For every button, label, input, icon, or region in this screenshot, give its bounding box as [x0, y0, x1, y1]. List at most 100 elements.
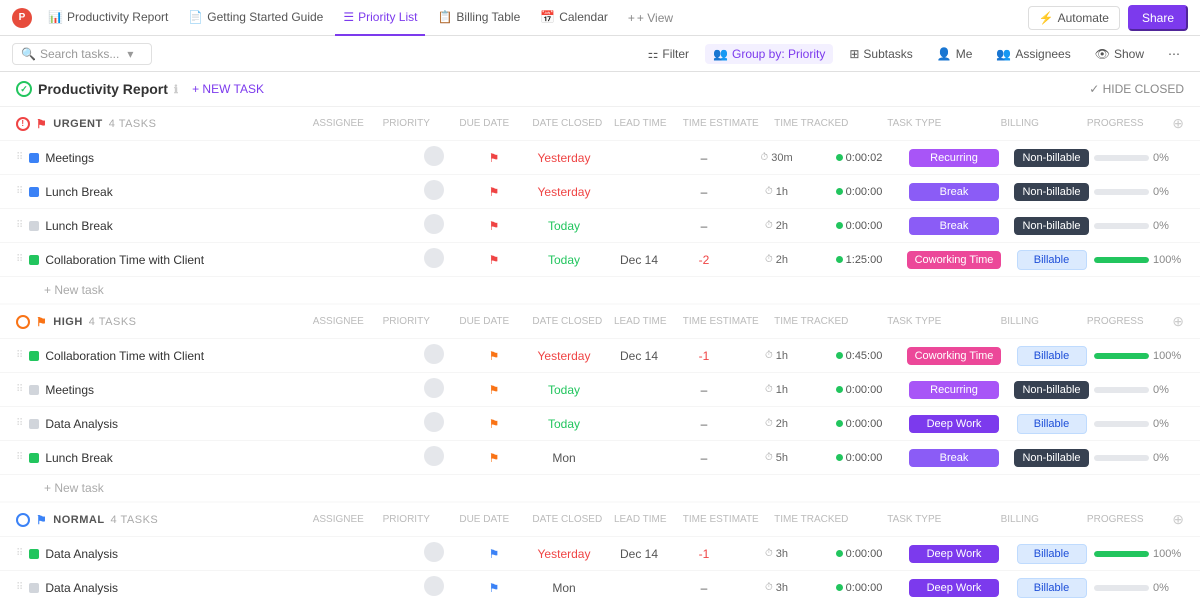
table-row[interactable]: ⠿ Data Analysis ⚑ Mon – ⏱3h [0, 571, 1200, 601]
hide-closed-button[interactable]: ✓ HIDE CLOSED [1089, 82, 1184, 96]
priority-cell: ⚑ [464, 581, 524, 595]
clock-icon: ⏱ [765, 548, 773, 559]
section-add-icon[interactable]: ⊕ [1172, 313, 1184, 330]
info-icon[interactable]: ℹ [174, 83, 178, 96]
task-name-text[interactable]: Lunch Break [45, 185, 112, 199]
priority-flag-icon: ⚑ [489, 451, 500, 465]
task-name-text[interactable]: Collaboration Time with Client [45, 349, 204, 363]
more-options-button[interactable]: ⋯ [1160, 44, 1188, 64]
top-navigation: P 📊 Productivity Report 📄 Getting Starte… [0, 0, 1200, 36]
tab-label: Priority List [358, 10, 417, 24]
billing-badge: Non-billable [1014, 449, 1088, 467]
section-name: NORMAL [53, 514, 104, 526]
table-row[interactable]: ⠿ Collaboration Time with Client ⚑ Yeste… [0, 339, 1200, 373]
task-name-text[interactable]: Collaboration Time with Client [45, 253, 204, 267]
lead-time-text: – [701, 581, 708, 595]
assignee-cell [404, 576, 464, 599]
clock-icon: ⏱ [765, 418, 773, 429]
new-task-row[interactable]: + New task [0, 475, 1200, 501]
section-columns-due: DUE DATE [444, 118, 524, 129]
time-tracked-text: 0:00:00 [819, 548, 899, 560]
progress-cell: 0% [1094, 418, 1184, 430]
tab-label: Billing Table [456, 10, 520, 24]
task-name-text[interactable]: Meetings [45, 151, 94, 165]
me-button[interactable]: 👤 Me [929, 44, 981, 64]
billing-badge: Non-billable [1014, 381, 1088, 399]
due-date-cell: Yesterday [524, 185, 604, 199]
tab-getting-started[interactable]: 📄 Getting Started Guide [180, 0, 331, 36]
section-columns-progress: PROGRESS [1070, 316, 1160, 327]
section-columns-billing: BILLING [977, 514, 1062, 525]
assignees-button[interactable]: 👥 Assignees [988, 44, 1078, 64]
section-header-urgent: ! ⚑ URGENT 4 TASKS ASSIGNEE PRIORITY DUE… [0, 107, 1200, 141]
table-row[interactable]: ⠿ Meetings ⚑ Yesterday – ⏱30m [0, 141, 1200, 175]
task-type-cell: Coworking Time [899, 347, 1009, 365]
priority-flag-icon: ⚑ [489, 219, 500, 233]
billing-cell: Billable [1009, 544, 1094, 564]
section-add-icon[interactable]: ⊕ [1172, 115, 1184, 132]
drag-handle-icon: ⠿ [16, 548, 23, 559]
task-name-text[interactable]: Data Analysis [45, 581, 118, 595]
table-row[interactable]: ⠿ Lunch Break ⚑ Today – ⏱2h [0, 209, 1200, 243]
time-estimate-cell: ⏱5h [734, 452, 819, 464]
task-name-cell: ⠿ Meetings [16, 151, 404, 165]
tab-priority-list[interactable]: ☰ Priority List [335, 0, 425, 36]
section-columns-billing: BILLING [977, 118, 1062, 129]
timer-dot [836, 386, 843, 393]
group-by-button[interactable]: 👥 Group by: Priority [705, 44, 833, 64]
tab-productivity-report[interactable]: 📊 Productivity Report [40, 0, 176, 36]
time-estimate-cell: ⏱2h [734, 220, 819, 232]
table-row[interactable]: ⠿ Data Analysis ⚑ Yesterday Dec 14 -1 ⏱ [0, 537, 1200, 571]
lead-time-text: -2 [699, 253, 710, 267]
date-closed-text: Dec 14 [620, 253, 658, 267]
task-name-text[interactable]: Data Analysis [45, 547, 118, 561]
task-name-text[interactable]: Meetings [45, 383, 94, 397]
me-label: Me [956, 47, 973, 61]
due-date-text: Today [548, 219, 580, 233]
tab-billing-table[interactable]: 📋 Billing Table [429, 0, 528, 36]
priority-cell: ⚑ [464, 451, 524, 465]
avatar [424, 542, 444, 562]
progress-content: 100% [1094, 254, 1184, 266]
share-button[interactable]: Share [1128, 5, 1188, 31]
subtasks-button[interactable]: ⊞ Subtasks [841, 44, 920, 64]
status-urgent-icon: ! [16, 117, 30, 131]
billing-badge: Non-billable [1014, 217, 1088, 235]
new-task-button[interactable]: + NEW TASK [186, 80, 270, 98]
show-button[interactable]: 👁 Show [1087, 44, 1152, 64]
task-status-dot [29, 255, 39, 265]
drag-handle-icon: ⠿ [16, 220, 23, 231]
due-date-cell: Yesterday [524, 151, 604, 165]
task-name-text[interactable]: Lunch Break [45, 451, 112, 465]
table-row[interactable]: ⠿ Collaboration Time with Client ⚑ Today… [0, 243, 1200, 277]
automate-button[interactable]: ⚡ Automate [1028, 6, 1120, 30]
due-date-text: Today [548, 417, 580, 431]
lead-time-text: – [701, 151, 708, 165]
task-status-dot [29, 153, 39, 163]
search-input[interactable]: 🔍 Search tasks... ▾ [12, 43, 152, 65]
progress-bar [1094, 223, 1149, 229]
filter-icon: ⚏ [648, 47, 659, 61]
task-name-cell: ⠿ Lunch Break [16, 185, 404, 199]
billing-badge: Billable [1017, 414, 1087, 434]
assignee-cell [404, 412, 464, 435]
new-task-row[interactable]: + New task [0, 277, 1200, 303]
due-date-cell: Today [524, 417, 604, 431]
section-columns-assignee: ASSIGNEE [308, 514, 368, 525]
tab-calendar[interactable]: 📅 Calendar [532, 0, 616, 36]
filter-button[interactable]: ⚏ Filter [640, 44, 697, 64]
task-name-text[interactable]: Lunch Break [45, 219, 112, 233]
section-add-icon[interactable]: ⊕ [1172, 511, 1184, 528]
table-row[interactable]: ⠿ Lunch Break ⚑ Yesterday – ⏱1h [0, 175, 1200, 209]
priority-flag: ⚑ [36, 513, 47, 527]
section-columns-lead: LEAD TIME [610, 118, 670, 129]
table-row[interactable]: ⠿ Meetings ⚑ Today – ⏱1h [0, 373, 1200, 407]
task-name-text[interactable]: Data Analysis [45, 417, 118, 431]
task-type-badge: Recurring [909, 149, 999, 167]
avatar [424, 446, 444, 466]
table-row[interactable]: ⠿ Lunch Break ⚑ Mon – ⏱5h [0, 441, 1200, 475]
task-status-dot [29, 453, 39, 463]
progress-content: 0% [1094, 384, 1184, 396]
add-view-button[interactable]: + + View [620, 7, 681, 29]
table-row[interactable]: ⠿ Data Analysis ⚑ Today – ⏱2h [0, 407, 1200, 441]
